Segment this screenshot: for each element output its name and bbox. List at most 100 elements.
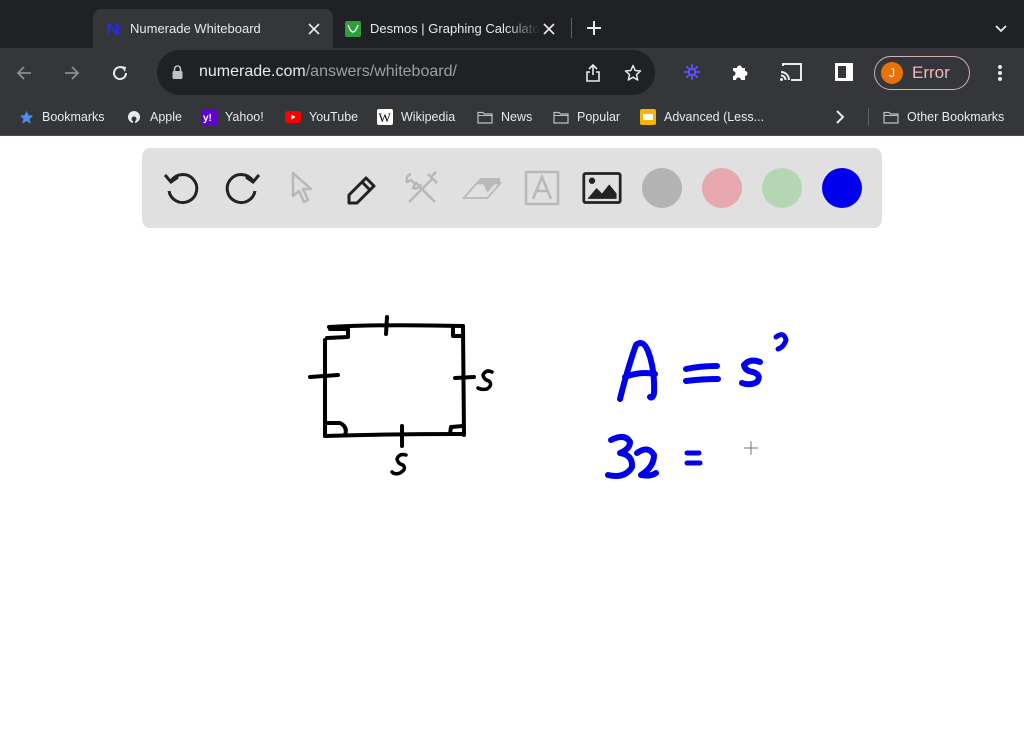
reload-icon bbox=[113, 66, 128, 81]
tools-button[interactable] bbox=[402, 168, 442, 208]
tab-strip: Numerade Whiteboard Desmos | Graphing Ca… bbox=[0, 0, 1024, 48]
extension-gear-icon[interactable] bbox=[680, 60, 704, 84]
color-swatch-green[interactable] bbox=[762, 168, 802, 208]
undo-icon bbox=[163, 173, 199, 205]
equals-sign-2 bbox=[684, 450, 703, 466]
bookmark-label: Bookmarks bbox=[42, 110, 105, 124]
whiteboard-page bbox=[0, 137, 1024, 742]
chevron-right-icon bbox=[836, 110, 845, 124]
bookmark-label: Apple bbox=[150, 110, 182, 124]
reload-button[interactable] bbox=[107, 60, 133, 86]
tab-numerade-whiteboard[interactable]: Numerade Whiteboard bbox=[93, 9, 333, 48]
side-panel-icon[interactable] bbox=[832, 60, 856, 84]
arrow-right-icon bbox=[65, 66, 80, 80]
extensions-puzzle-icon[interactable] bbox=[728, 60, 752, 84]
bookmark-bookmarks[interactable]: Bookmarks bbox=[18, 107, 105, 127]
top-tick-mark bbox=[384, 315, 389, 336]
text-tool-button[interactable] bbox=[522, 168, 562, 208]
pen-tool-button[interactable] bbox=[342, 168, 382, 208]
bookmark-wikipedia[interactable]: W Wikipedia bbox=[377, 107, 455, 127]
eraser-icon bbox=[462, 178, 502, 199]
pointer-arrow-icon bbox=[291, 171, 313, 204]
digit-3 bbox=[605, 434, 636, 479]
color-swatch-blue[interactable] bbox=[822, 168, 862, 208]
redo-button[interactable] bbox=[222, 168, 262, 208]
new-tab-button[interactable] bbox=[583, 17, 605, 39]
pencil-icon bbox=[347, 176, 376, 205]
share-icon[interactable] bbox=[582, 62, 604, 84]
star-icon bbox=[18, 109, 34, 125]
bookmark-folder-popular[interactable]: Popular bbox=[553, 107, 620, 127]
bookmark-label: Popular bbox=[577, 110, 621, 124]
forward-button[interactable] bbox=[59, 60, 85, 86]
folder-icon bbox=[883, 109, 899, 125]
square-drawing bbox=[308, 315, 494, 476]
tab-title: Desmos | Graphing Calculator bbox=[370, 21, 540, 36]
bookmarks-separator bbox=[868, 108, 869, 126]
square-top-side bbox=[327, 323, 465, 329]
numerade-icon bbox=[105, 21, 121, 37]
image-icon bbox=[582, 172, 622, 204]
square-right-side bbox=[461, 324, 466, 437]
avatar: J bbox=[881, 62, 903, 84]
url-path: /answers/whiteboard/ bbox=[305, 63, 457, 80]
plus-icon bbox=[587, 21, 601, 35]
right-angle-bottom-left bbox=[325, 421, 348, 437]
svg-text:y!: y! bbox=[203, 113, 212, 124]
tab-separator bbox=[571, 18, 572, 38]
slides-icon bbox=[640, 109, 656, 125]
bookmark-other-bookmarks[interactable]: Other Bookmarks bbox=[883, 107, 1004, 127]
arrow-left-icon bbox=[16, 66, 31, 80]
kebab-menu-icon bbox=[998, 65, 1002, 81]
right-angle-top-left bbox=[325, 327, 350, 340]
cast-icon[interactable] bbox=[779, 60, 803, 84]
wrench-hammer-icon bbox=[405, 171, 438, 203]
bookmark-advanced[interactable]: Advanced (Less... bbox=[640, 107, 764, 127]
close-icon[interactable] bbox=[305, 20, 323, 38]
select-tool-button[interactable] bbox=[282, 168, 322, 208]
url-host: numerade.com bbox=[199, 63, 306, 80]
profile-status: Error bbox=[912, 63, 950, 82]
right-tick-mark bbox=[453, 375, 476, 380]
folder-icon bbox=[553, 109, 569, 125]
close-icon[interactable] bbox=[540, 20, 558, 38]
left-tick-mark bbox=[308, 373, 340, 379]
more-bookmarks-button[interactable] bbox=[835, 107, 845, 127]
youtube-icon bbox=[285, 109, 301, 125]
chevron-down-icon bbox=[995, 25, 1007, 33]
equation-numeric bbox=[605, 434, 703, 479]
crosshair-cursor-icon bbox=[744, 441, 758, 455]
profile-button[interactable]: J Error bbox=[874, 56, 970, 90]
tab-desmos[interactable]: Desmos | Graphing Calculator bbox=[333, 9, 568, 48]
side-label-bottom-s bbox=[390, 452, 408, 476]
color-swatch-pink[interactable] bbox=[702, 168, 742, 208]
bookmark-yahoo[interactable]: y! Yahoo! bbox=[201, 107, 264, 127]
address-bar[interactable]: numerade.com/answers/whiteboard/ bbox=[157, 50, 655, 95]
letter-s bbox=[739, 357, 763, 388]
bookmark-label: Wikipedia bbox=[401, 110, 456, 124]
browser-toolbar: numerade.com/answers/whiteboard/ J Error bbox=[0, 48, 1024, 98]
bookmark-label: Other Bookmarks bbox=[907, 110, 1005, 124]
bookmark-label: Yahoo! bbox=[225, 110, 264, 124]
equation-area-formula bbox=[617, 332, 789, 402]
url-text[interactable]: numerade.com/answers/whiteboard/ bbox=[199, 63, 457, 81]
eraser-tool-button[interactable] bbox=[462, 168, 502, 208]
side-label-right-s bbox=[476, 369, 494, 392]
bookmark-youtube[interactable]: YouTube bbox=[285, 107, 358, 127]
lock-icon bbox=[172, 65, 183, 84]
text-icon bbox=[524, 170, 560, 206]
bookmark-star-icon[interactable] bbox=[622, 62, 644, 84]
color-swatch-gray[interactable] bbox=[642, 168, 682, 208]
apple-icon bbox=[126, 109, 142, 125]
bookmark-label: News bbox=[501, 110, 533, 124]
equals-sign-1 bbox=[683, 363, 721, 384]
exponent-2 bbox=[773, 332, 789, 352]
image-tool-button[interactable] bbox=[582, 168, 622, 208]
tab-search-button[interactable] bbox=[992, 20, 1010, 38]
undo-button[interactable] bbox=[162, 168, 202, 208]
yahoo-icon: y! bbox=[201, 109, 217, 125]
back-button[interactable] bbox=[11, 60, 37, 86]
bookmark-folder-news[interactable]: News bbox=[477, 107, 532, 127]
bookmark-apple[interactable]: Apple bbox=[126, 107, 182, 127]
browser-menu-button[interactable] bbox=[990, 61, 1010, 85]
